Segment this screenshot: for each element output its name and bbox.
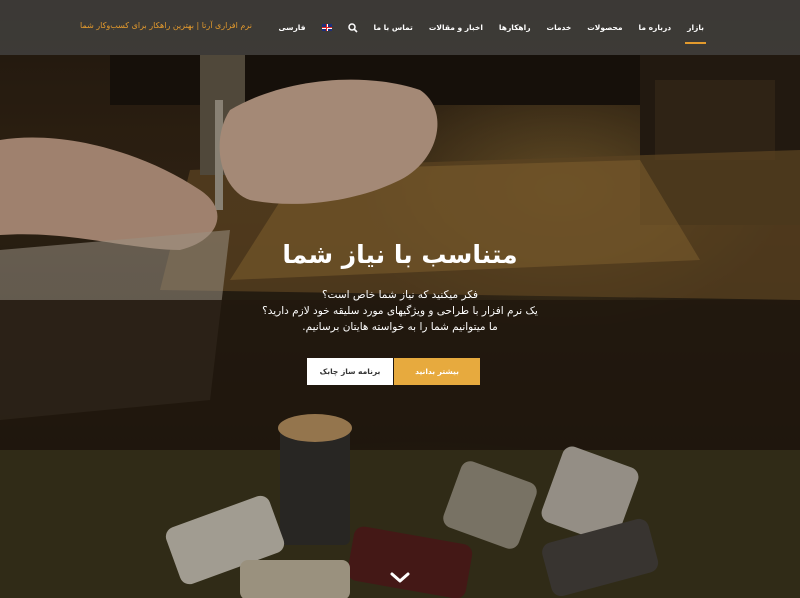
nav-item-products[interactable]: محصولات — [579, 0, 630, 55]
hero-title: متناسب با نیاز شما — [282, 240, 518, 269]
language-switcher[interactable]: فارسی — [271, 0, 314, 55]
search-icon[interactable] — [340, 0, 366, 55]
nav-item-news[interactable]: اخبار و مقالات — [421, 0, 491, 55]
uk-flag-icon[interactable] — [314, 0, 340, 55]
nav-item-contact[interactable]: تماس با ما — [366, 0, 421, 55]
nav-item-services[interactable]: خدمات — [539, 0, 580, 55]
agile-builder-button[interactable]: برنامه ساز چابک — [307, 358, 393, 385]
nav-item-solutions[interactable]: راهکارها — [491, 0, 539, 55]
learn-more-button[interactable]: بیشتر بدانید — [394, 358, 480, 385]
nav-item-market[interactable]: بازار — [679, 0, 712, 55]
hero-line-2: یک نرم افزار با طراحی و ویژگیهای مورد سل… — [262, 305, 538, 317]
chevron-down-icon[interactable] — [389, 570, 411, 584]
hero-description: فکر میکنید که نیاز شما خاص است؟ یک نرم ا… — [0, 287, 800, 335]
main-navigation: بازار درباره ما محصولات خدمات راهکارها ا… — [271, 0, 712, 55]
nav-item-about[interactable]: درباره ما — [631, 0, 680, 55]
hero-line-3: ما میتوانیم شما را به خواسته هایتان برسا… — [302, 321, 498, 333]
site-header: نرم افزاری آرتا | بهترین راهکار برای کسب… — [0, 0, 800, 55]
site-logo[interactable]: نرم افزاری آرتا | بهترین راهکار برای کسب… — [80, 21, 252, 30]
hero-line-1: فکر میکنید که نیاز شما خاص است؟ — [321, 289, 479, 301]
